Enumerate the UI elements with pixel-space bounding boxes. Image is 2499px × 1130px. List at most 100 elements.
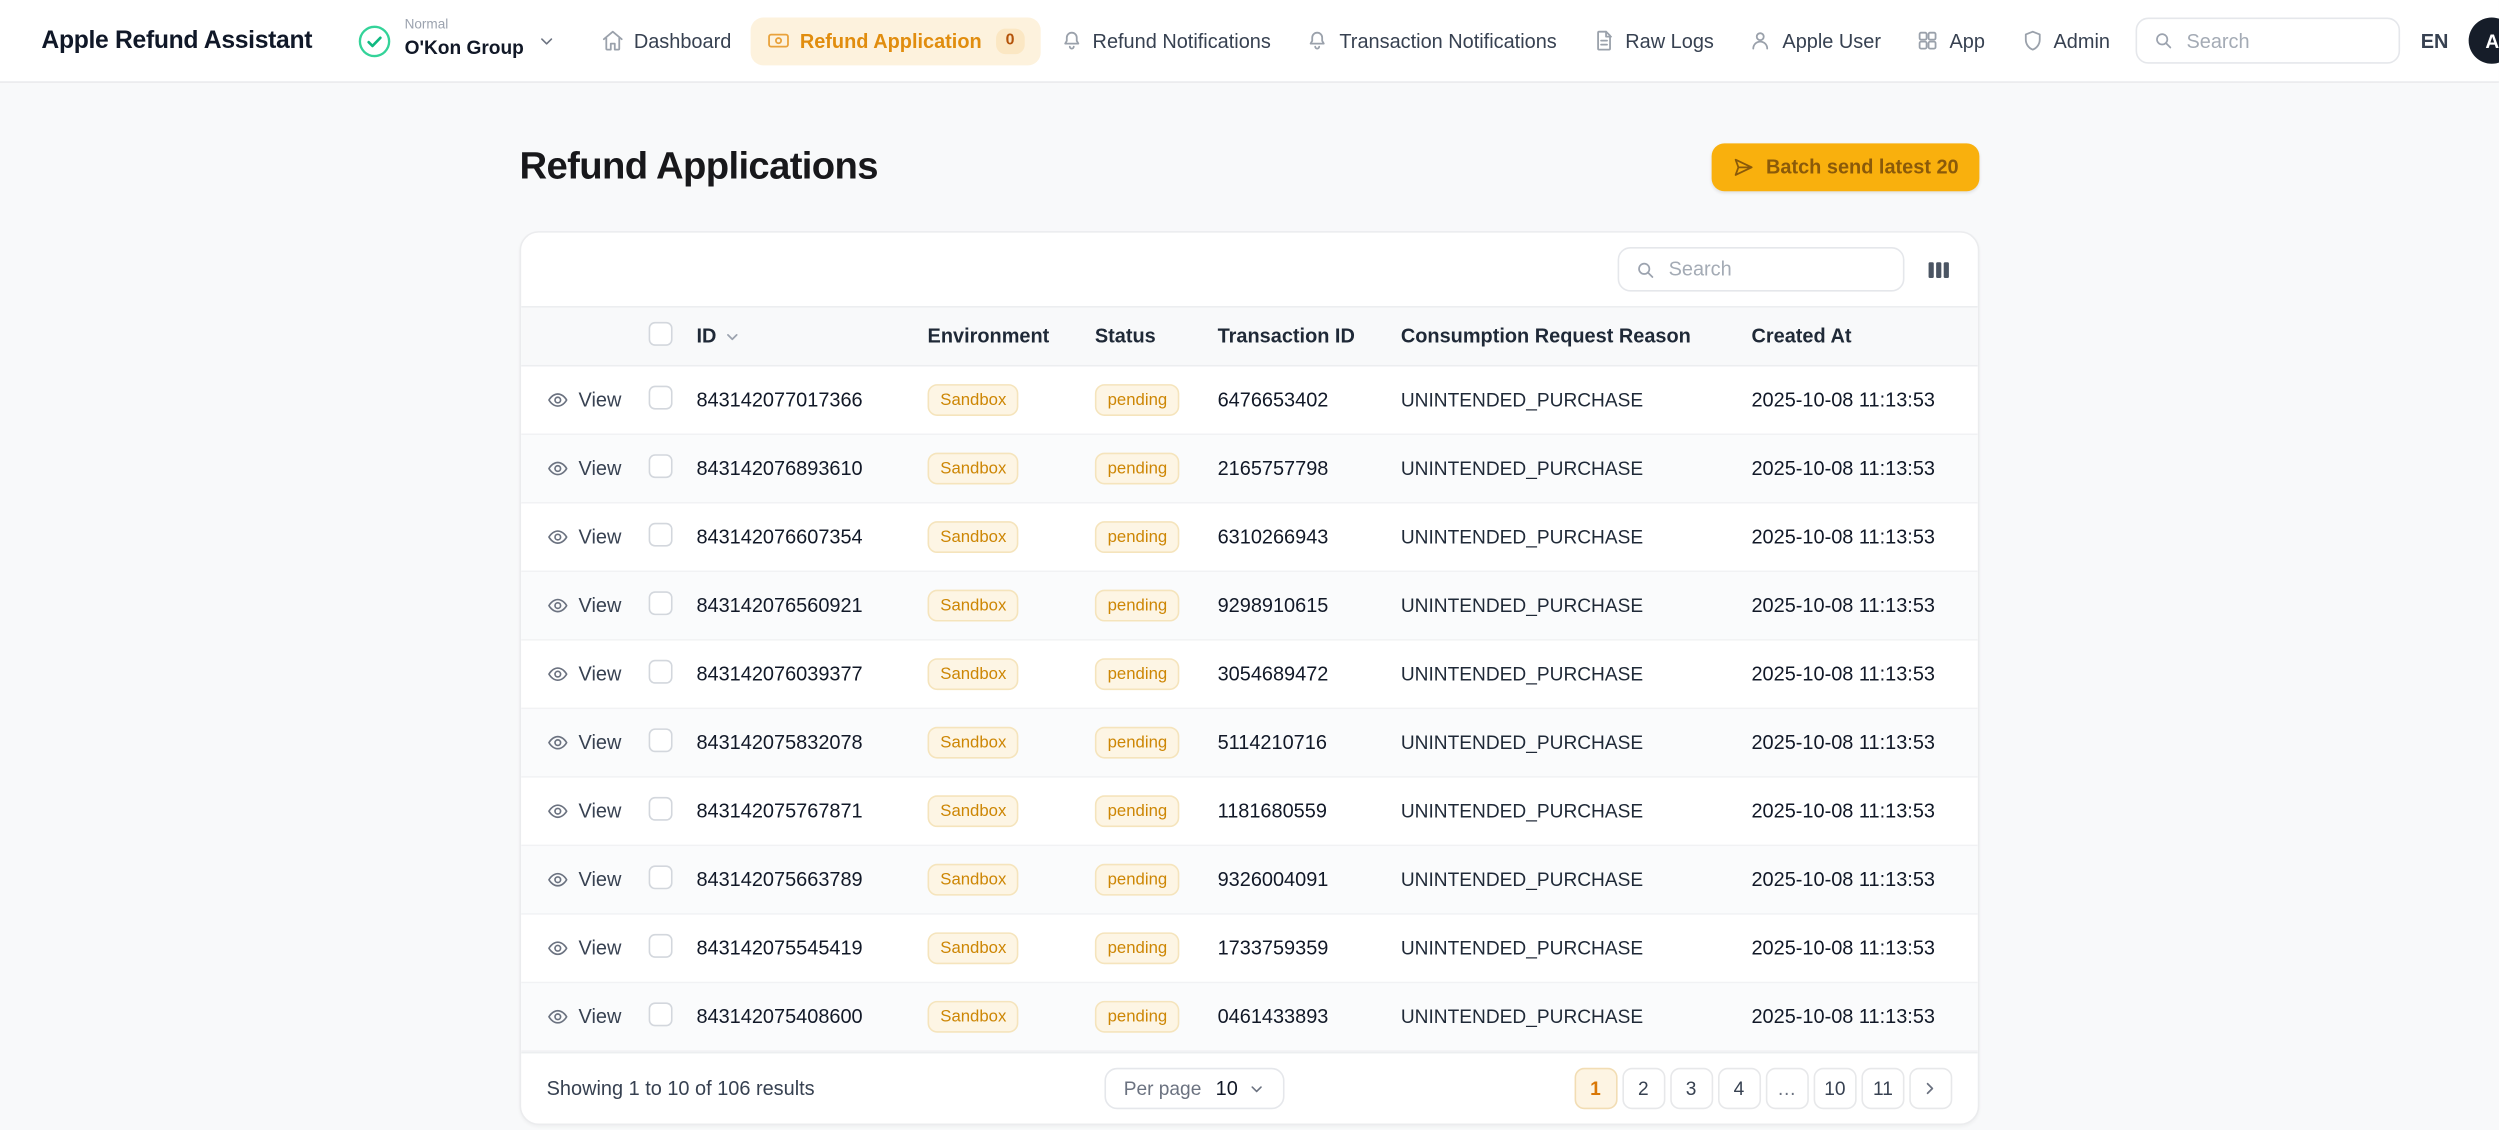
cell-created-at: 2025-10-08 11:13:53	[1751, 800, 1952, 822]
row-checkbox[interactable]	[649, 592, 673, 616]
nav-item-transaction-notifications[interactable]: Transaction Notifications	[1290, 18, 1573, 64]
cell-transaction-id: 6310266943	[1218, 526, 1401, 548]
nav-label: Transaction Notifications	[1339, 29, 1556, 51]
view-label: View	[579, 869, 622, 891]
per-page-select[interactable]: Per page 10	[1105, 1068, 1284, 1109]
view-label: View	[579, 389, 622, 411]
table-footer: Showing 1 to 10 of 106 results Per page …	[521, 1052, 1978, 1124]
row-checkbox[interactable]	[649, 1003, 673, 1027]
status-badge: pending	[1095, 590, 1180, 622]
view-action[interactable]: View	[547, 663, 649, 685]
nav-item-refund-notifications[interactable]: Refund Notifications	[1043, 18, 1287, 64]
nav-item-raw-logs[interactable]: Raw Logs	[1576, 18, 1730, 64]
cell-transaction-id: 9326004091	[1218, 869, 1401, 891]
environment-badge: Sandbox	[928, 590, 1020, 622]
page-button[interactable]: 1	[1574, 1068, 1617, 1109]
view-action[interactable]: View	[547, 937, 649, 959]
row-checkbox[interactable]	[649, 455, 673, 479]
view-action[interactable]: View	[547, 389, 649, 411]
cell-id: 843142076893610	[696, 458, 927, 480]
column-header-id[interactable]: ID	[696, 325, 927, 347]
table-body: View 843142077017366 Sandbox pending 647…	[521, 367, 1978, 1052]
results-summary: Showing 1 to 10 of 106 results	[547, 1078, 815, 1100]
nav-label: Refund Notifications	[1093, 29, 1271, 51]
view-action[interactable]: View	[547, 458, 649, 480]
page-button[interactable]: 2	[1622, 1068, 1665, 1109]
environment-badge: Sandbox	[928, 727, 1020, 759]
toggle-columns-button[interactable]	[1922, 253, 1955, 286]
global-search-input[interactable]	[2186, 29, 2382, 51]
cell-id: 843142076039377	[696, 663, 927, 685]
view-label: View	[579, 1006, 622, 1028]
row-checkbox[interactable]	[649, 934, 673, 958]
row-checkbox[interactable]	[649, 660, 673, 684]
page-button[interactable]: 11	[1861, 1068, 1904, 1109]
table-row: View 843142075545419 Sandbox pending 173…	[521, 915, 1978, 984]
nav-item-refund-application[interactable]: Refund Application 0	[750, 17, 1040, 65]
view-action[interactable]: View	[547, 869, 649, 891]
cell-reason: UNINTENDED_PURCHASE	[1401, 526, 1752, 548]
page-button[interactable]: 10	[1813, 1068, 1857, 1109]
cell-transaction-id: 2165757798	[1218, 458, 1401, 480]
view-action[interactable]: View	[547, 595, 649, 617]
cell-id: 843142075408600	[696, 1006, 927, 1028]
select-all-checkbox[interactable]	[649, 322, 673, 346]
environment-badge: Sandbox	[928, 384, 1020, 416]
nav-item-app[interactable]: App	[1900, 18, 2001, 64]
language-switcher[interactable]: EN	[2421, 29, 2449, 51]
eye-icon	[547, 526, 569, 548]
nav-item-admin[interactable]: Admin	[2004, 18, 2126, 64]
column-header-transaction-id: Transaction ID	[1218, 325, 1401, 347]
chevron-down-icon	[537, 31, 556, 50]
eye-icon	[547, 1006, 569, 1028]
eye-icon	[547, 869, 569, 891]
document-icon	[1592, 29, 1616, 53]
table-row: View 843142076039377 Sandbox pending 305…	[521, 641, 1978, 710]
column-header-status: Status	[1095, 325, 1218, 347]
view-action[interactable]: View	[547, 800, 649, 822]
cell-created-at: 2025-10-08 11:13:53	[1751, 595, 1952, 617]
status-badge: pending	[1095, 453, 1180, 485]
topbar-right: EN A	[2135, 18, 2499, 64]
cell-reason: UNINTENDED_PURCHASE	[1401, 800, 1752, 822]
cell-id: 843142075832078	[696, 732, 927, 754]
cell-id: 843142075545419	[696, 937, 927, 959]
view-action[interactable]: View	[547, 732, 649, 754]
row-checkbox[interactable]	[649, 386, 673, 410]
view-action[interactable]: View	[547, 526, 649, 548]
cell-reason: UNINTENDED_PURCHASE	[1401, 1006, 1752, 1028]
table-header-row: ID Environment Status Transaction ID Con…	[521, 306, 1978, 367]
view-label: View	[579, 937, 622, 959]
page-button[interactable]: 3	[1670, 1068, 1713, 1109]
status-badge: pending	[1095, 864, 1180, 896]
table-search-input[interactable]	[1669, 258, 1887, 280]
home-icon	[600, 29, 624, 53]
cell-created-at: 2025-10-08 11:13:53	[1751, 389, 1952, 411]
next-page-button[interactable]	[1909, 1068, 1952, 1109]
nav-label: App	[1950, 29, 1985, 51]
row-checkbox[interactable]	[649, 523, 673, 547]
chevron-right-icon	[1921, 1079, 1940, 1098]
page-button[interactable]: 4	[1717, 1068, 1760, 1109]
main-content: Refund Applications Batch send latest 20	[520, 83, 1980, 1126]
nav-label: Apple User	[1782, 29, 1881, 51]
row-checkbox[interactable]	[649, 729, 673, 753]
per-page-value: 10	[1216, 1078, 1265, 1100]
search-icon	[2153, 30, 2174, 51]
nav-item-dashboard[interactable]: Dashboard	[584, 18, 747, 64]
row-checkbox[interactable]	[649, 797, 673, 821]
avatar[interactable]: A	[2469, 18, 2499, 64]
eye-icon	[547, 800, 569, 822]
view-label: View	[579, 800, 622, 822]
eye-icon	[547, 389, 569, 411]
nav-item-apple-user[interactable]: Apple User	[1733, 18, 1897, 64]
batch-send-button[interactable]: Batch send latest 20	[1712, 143, 1980, 191]
cell-reason: UNINTENDED_PURCHASE	[1401, 663, 1752, 685]
table-row: View 843142075832078 Sandbox pending 511…	[521, 709, 1978, 778]
eye-icon	[547, 732, 569, 754]
view-label: View	[579, 732, 622, 754]
tenant-switcher[interactable]: Normal O'Kon Group	[357, 18, 556, 63]
cell-created-at: 2025-10-08 11:13:53	[1751, 732, 1952, 754]
view-action[interactable]: View	[547, 1006, 649, 1028]
row-checkbox[interactable]	[649, 866, 673, 890]
